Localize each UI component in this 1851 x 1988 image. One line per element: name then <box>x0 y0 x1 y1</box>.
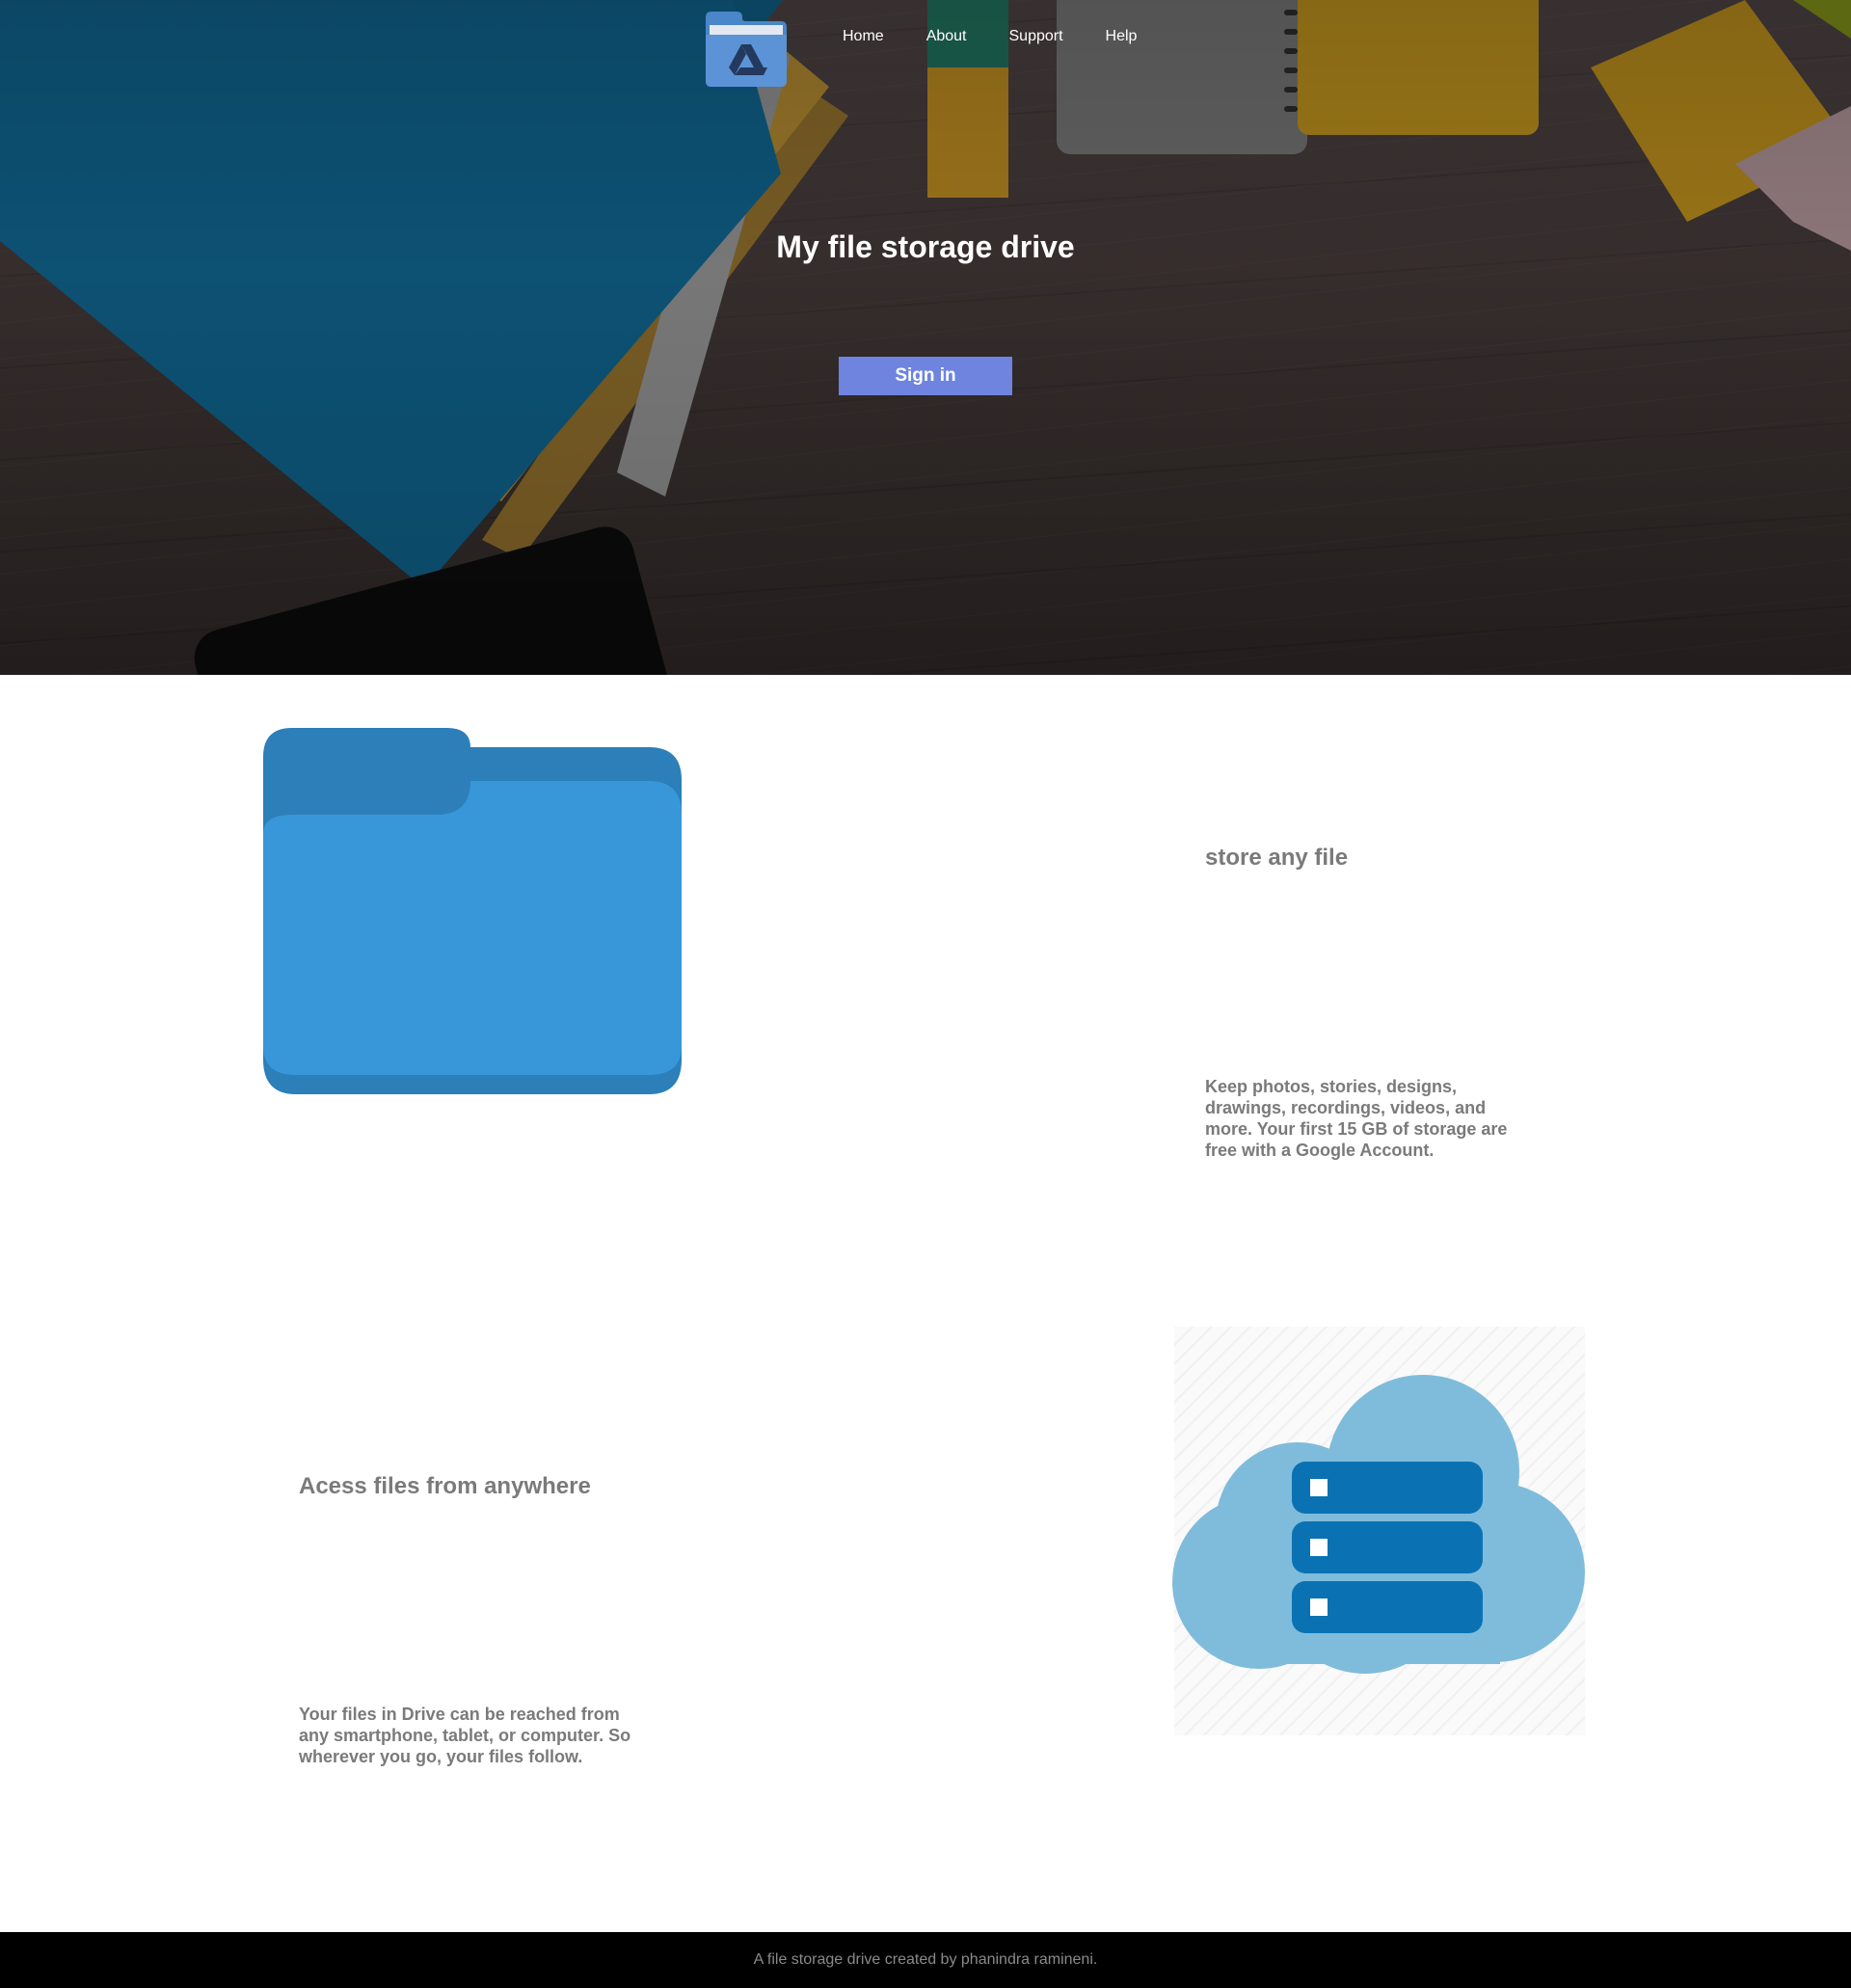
folder-icon <box>263 728 682 1094</box>
nav-help-link[interactable]: Help <box>1106 27 1138 46</box>
hero-section: Home About Support Help My file storage … <box>0 0 1851 675</box>
nav-home-link[interactable]: Home <box>843 27 884 46</box>
footer-credit: A file storage drive created by phanindr… <box>753 1951 1098 1968</box>
nav-support-link[interactable]: Support <box>1009 27 1063 46</box>
feature-access-text: Your files in Drive can be reached from … <box>299 1705 631 1766</box>
footer: A file storage drive created by phanindr… <box>0 1932 1851 1988</box>
page-title: My file storage drive <box>776 229 1075 264</box>
drive-folder-icon[interactable] <box>704 12 789 87</box>
sign-in-button[interactable]: Sign in <box>839 357 1012 395</box>
feature-store-heading: store any file <box>1205 845 1349 871</box>
hero-overlay <box>0 0 1851 675</box>
feature-store-text: Keep photos, stories, designs, drawings,… <box>1205 1077 1508 1160</box>
cloud-server-icon <box>1172 1327 1585 1735</box>
nav-about-link[interactable]: About <box>926 27 967 46</box>
main-nav: Home About Support Help <box>843 27 1179 46</box>
feature-access-heading: Acess files from anywhere <box>299 1473 591 1499</box>
